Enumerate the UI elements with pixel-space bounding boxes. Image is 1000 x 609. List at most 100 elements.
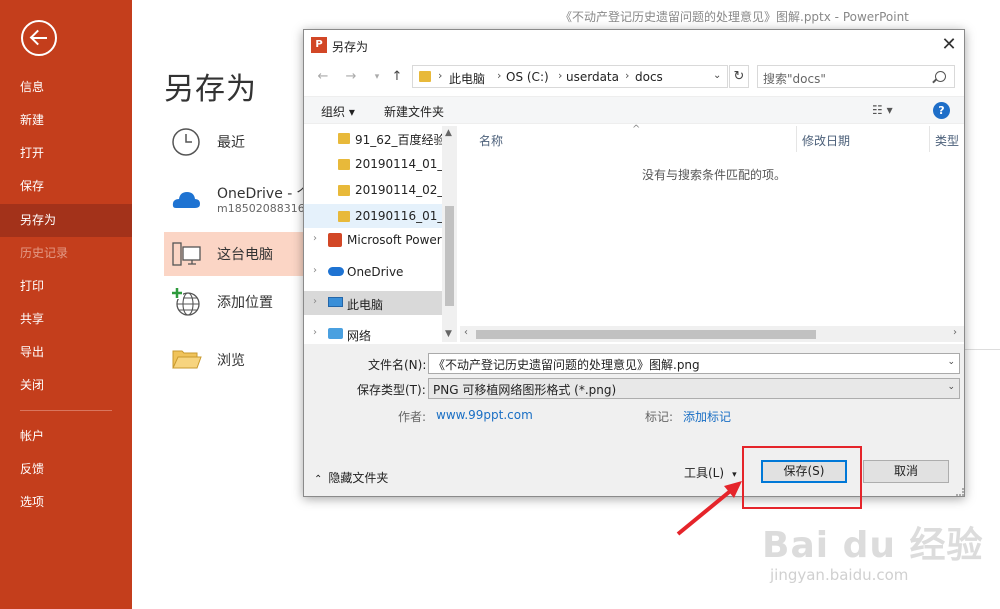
up-arrow-icon[interactable]: ↑ — [388, 67, 406, 87]
navigation-row: ← → ▾ ↑ › 此电脑 › OS (C:) › userdata › doc… — [304, 64, 964, 90]
forward-arrow-icon[interactable]: → — [342, 67, 360, 87]
tree-item-folder[interactable]: 20190114_01_E — [304, 152, 442, 176]
nav-options[interactable]: 选项 — [0, 486, 132, 519]
tree-item-label: 91_62_百度经验 — [355, 133, 442, 147]
close-icon[interactable]: ✕ — [934, 32, 964, 58]
scrollbar-thumb[interactable] — [445, 206, 454, 306]
scroll-right-icon[interactable]: › — [953, 327, 957, 338]
nav-info[interactable]: 信息 — [0, 71, 132, 104]
breadcrumb-drive[interactable]: OS (C:) — [506, 70, 549, 84]
back-arrow-icon[interactable] — [21, 20, 57, 56]
search-input[interactable]: 搜索"docs" — [757, 65, 955, 88]
cloud-icon — [172, 192, 200, 208]
place-onedrive[interactable]: OneDrive - 个 m18502088316 — [164, 178, 311, 222]
chevron-up-icon: ⌃ — [314, 474, 323, 485]
place-onedrive-label: OneDrive - 个 — [217, 186, 311, 202]
column-type[interactable]: 类型 — [935, 132, 959, 149]
breadcrumb-this-pc[interactable]: 此电脑 — [449, 70, 485, 87]
watermark-logo: Bai du 经验 — [762, 525, 984, 566]
tree-item-powerpoint[interactable]: › Microsoft Power — [304, 228, 442, 252]
chevron-down-icon[interactable]: ⌄ — [947, 357, 955, 367]
place-add-location-label: 添加位置 — [217, 295, 273, 311]
save-form: 文件名(N): 《不动产登记历史遗留问题的处理意见》图解.png ⌄ 保存类型(… — [304, 344, 964, 496]
filetype-label: 保存类型(T): — [357, 383, 426, 397]
author-value[interactable]: www.99ppt.com — [436, 408, 533, 422]
place-this-pc-label: 这台电脑 — [217, 247, 273, 263]
scroll-up-icon[interactable]: ▲ — [445, 128, 452, 138]
folder-icon — [338, 211, 350, 222]
horizontal-scrollbar[interactable]: ‹ › — [460, 326, 964, 342]
nav-share[interactable]: 共享 — [0, 303, 132, 336]
filetype-select[interactable]: PNG 可移植网络图形格式 (*.png) ⌄ — [428, 378, 960, 399]
tree-item-network[interactable]: › 网络 — [304, 322, 442, 342]
nav-feedback[interactable]: 反馈 — [0, 453, 132, 486]
column-modified[interactable]: 修改日期 — [802, 132, 850, 149]
breadcrumb-userdata[interactable]: userdata — [566, 70, 619, 84]
breadcrumb-separator: › — [497, 69, 502, 82]
chevron-down-icon[interactable]: ⌄ — [713, 70, 721, 81]
dialog-title: 另存为 — [332, 40, 369, 54]
tags-label: 标记: — [645, 410, 674, 424]
tree-item-folder[interactable]: 91_62_百度经验 — [304, 126, 442, 150]
scrollbar-thumb[interactable] — [476, 330, 816, 339]
recent-locations-chevron-icon[interactable]: ▾ — [368, 67, 386, 87]
nav-divider — [20, 410, 112, 411]
chevron-right-icon[interactable]: › — [313, 327, 317, 338]
place-recent-label: 最近 — [217, 135, 245, 151]
powerpoint-icon: P — [311, 37, 327, 53]
chevron-right-icon[interactable]: › — [313, 296, 317, 307]
breadcrumb-separator: › — [438, 69, 443, 82]
nav-open[interactable]: 打开 — [0, 137, 132, 170]
tree-item-this-pc[interactable]: › 此电脑 — [304, 291, 442, 315]
chevron-down-icon[interactable]: ⌄ — [947, 382, 955, 392]
breadcrumb-docs[interactable]: docs — [635, 70, 663, 84]
filename-input[interactable]: 《不动产登记历史遗留问题的处理意见》图解.png ⌄ — [428, 353, 960, 374]
tree-item-folder[interactable]: 20190116_01_F — [304, 204, 442, 228]
address-bar[interactable]: › 此电脑 › OS (C:) › userdata › docs ⌄ — [412, 65, 728, 88]
column-name[interactable]: 名称 — [479, 132, 503, 149]
chevron-right-icon[interactable]: › — [313, 265, 317, 276]
nav-save-as[interactable]: 另存为 — [0, 204, 132, 237]
resize-grip-icon[interactable] — [956, 488, 964, 496]
tree-item-label: 此电脑 — [347, 298, 384, 312]
folder-icon — [338, 133, 350, 144]
help-icon[interactable]: ? — [933, 102, 950, 119]
column-separator[interactable] — [929, 126, 930, 152]
place-recent[interactable]: 最近 — [164, 120, 304, 164]
tree-item-folder[interactable]: 20190114_02_E — [304, 178, 442, 202]
nav-export[interactable]: 导出 — [0, 336, 132, 369]
nav-save[interactable]: 保存 — [0, 170, 132, 203]
nav-print[interactable]: 打印 — [0, 270, 132, 303]
dialog-toolbar: 组织 ▾ 新建文件夹 ☷ ▾ ? — [304, 96, 964, 124]
new-folder-button[interactable]: 新建文件夹 — [384, 103, 444, 120]
scroll-left-icon[interactable]: ‹ — [464, 327, 468, 338]
tree-item-onedrive[interactable]: › OneDrive — [304, 260, 442, 284]
navigation-pane: 91_62_百度经验 20190114_01_E 20190114_02_E 2… — [304, 126, 457, 342]
back-arrow-icon[interactable]: ← — [314, 67, 332, 87]
add-tags-link[interactable]: 添加标记 — [683, 408, 731, 425]
place-add-location[interactable]: 添加位置 — [164, 280, 304, 324]
chevron-right-icon[interactable]: › — [313, 233, 317, 244]
place-this-pc[interactable]: 这台电脑 — [164, 232, 304, 276]
search-icon — [935, 71, 946, 82]
tree-scrollbar[interactable]: ▲ ▼ — [442, 126, 457, 342]
tree-item-label: 20190116_01_F — [355, 209, 442, 223]
column-separator[interactable] — [796, 126, 797, 152]
hide-folders-toggle[interactable]: ⌃ 隐藏文件夹 — [314, 469, 388, 486]
refresh-icon[interactable]: ↻ — [729, 65, 749, 88]
cancel-button[interactable]: 取消 — [863, 460, 949, 483]
tree-item-label: 网络 — [347, 329, 372, 342]
window-title: 《不动产登记历史遗留问题的处理意见》图解.pptx - PowerPoint — [560, 10, 909, 24]
scroll-down-icon[interactable]: ▼ — [445, 329, 452, 339]
dialog-titlebar[interactable]: P 另存为 ✕ — [304, 30, 964, 60]
view-options-icon[interactable]: ☷ ▾ — [872, 103, 893, 117]
search-placeholder: 搜索"docs" — [763, 72, 826, 86]
network-icon — [328, 328, 343, 339]
organize-button[interactable]: 组织 ▾ — [321, 103, 355, 120]
place-browse[interactable]: 浏览 — [164, 336, 304, 380]
nav-history: 历史记录 — [20, 246, 69, 260]
nav-account[interactable]: 帐户 — [0, 420, 132, 453]
nav-close[interactable]: 关闭 — [0, 369, 132, 402]
file-list: ^ 名称 修改日期 类型 没有与搜索条件匹配的项。 ‹ › — [460, 124, 964, 342]
nav-new[interactable]: 新建 — [0, 104, 132, 137]
